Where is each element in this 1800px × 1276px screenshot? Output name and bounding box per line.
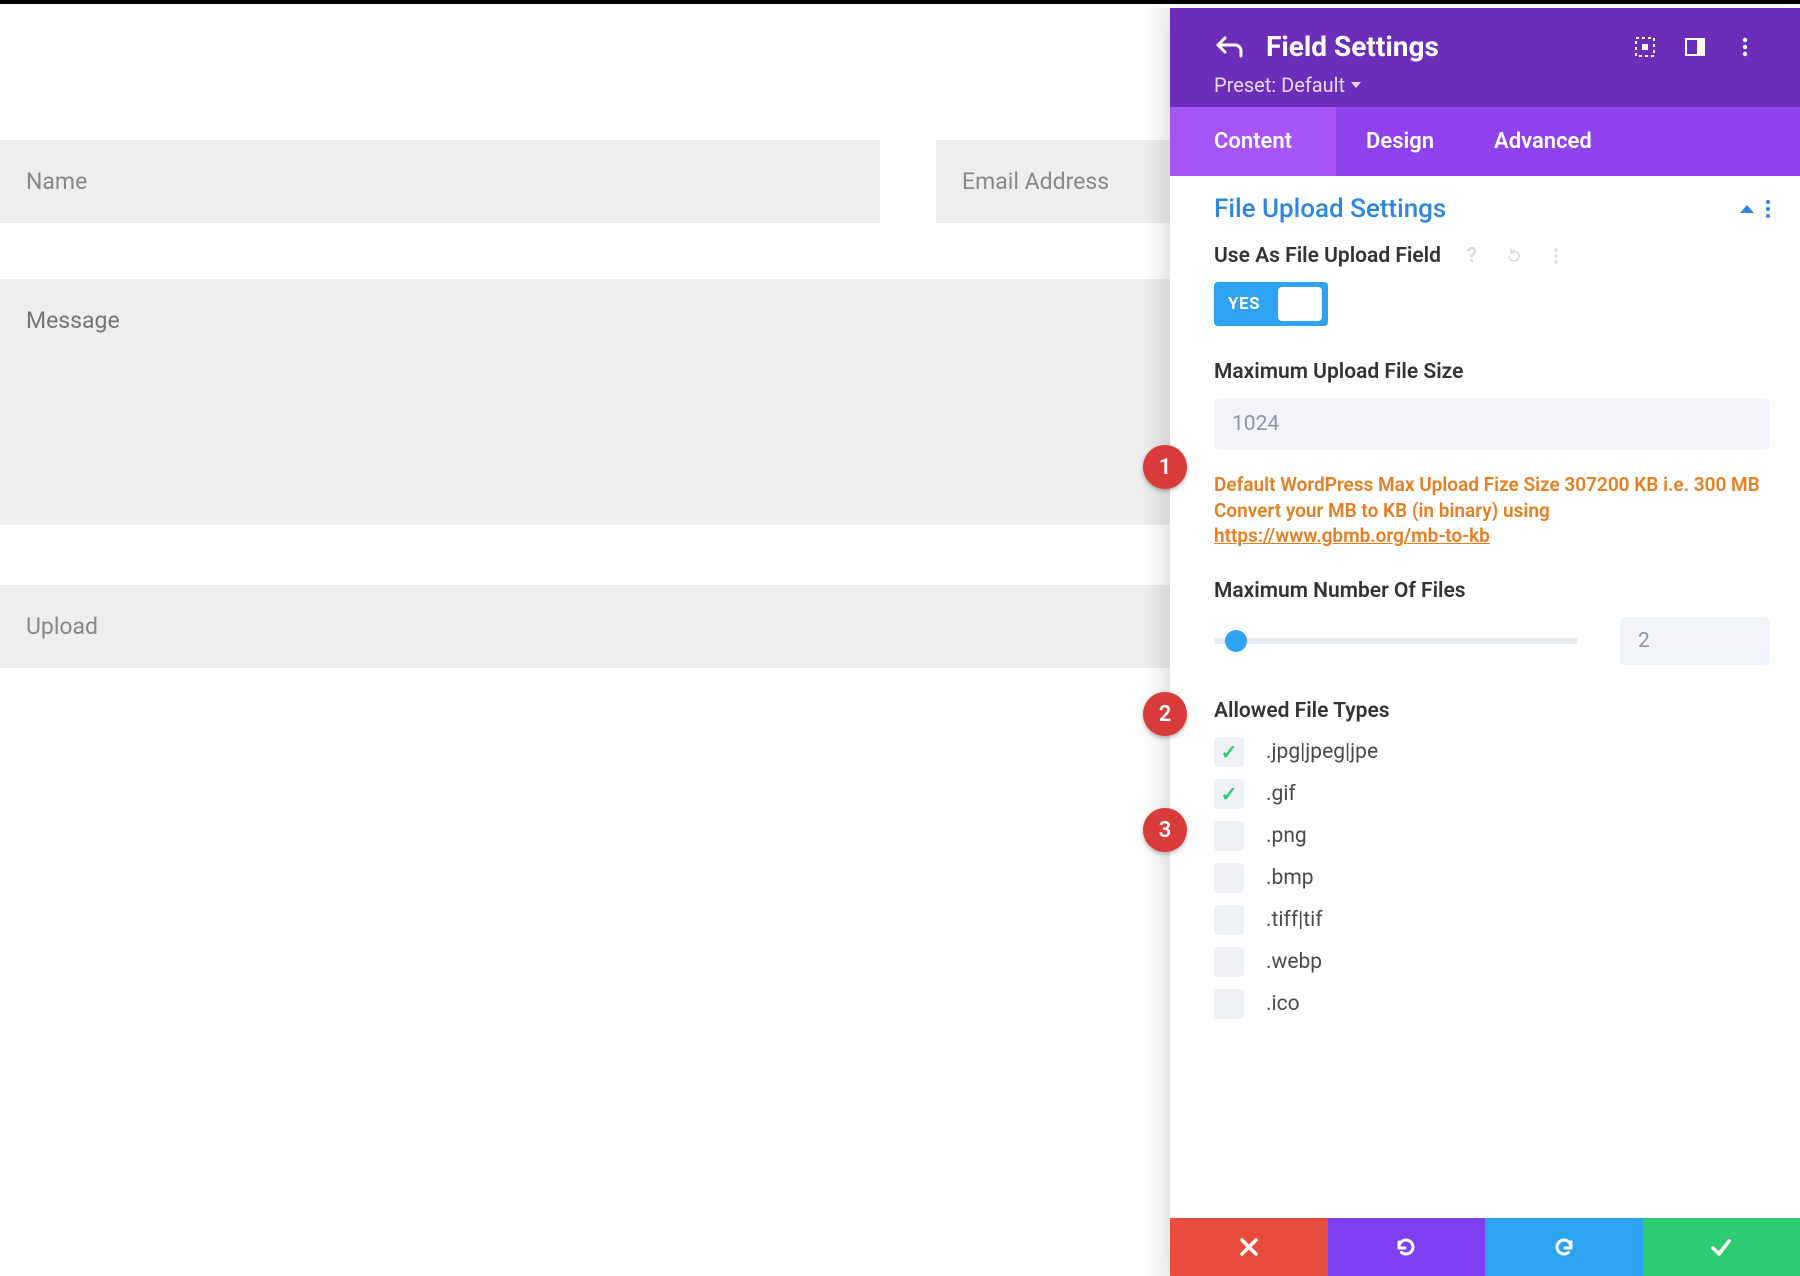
name-input[interactable] — [0, 140, 880, 223]
file-type-row: .bmp — [1214, 863, 1770, 893]
panel-body: File Upload Settings Use As File Upload … — [1170, 176, 1800, 1218]
collapse-icon[interactable] — [1740, 205, 1754, 213]
section-title[interactable]: File Upload Settings — [1214, 194, 1446, 224]
file-type-checkbox[interactable] — [1214, 989, 1244, 1019]
expand-icon[interactable] — [1634, 36, 1656, 58]
annotation-badge-2: 2 — [1143, 692, 1187, 736]
settings-tabs: Content Design Advanced — [1170, 107, 1800, 176]
file-type-row: .png — [1214, 821, 1770, 851]
annotation-badge-3: 3 — [1143, 808, 1187, 852]
reset-icon[interactable] — [1505, 247, 1523, 265]
editor-canvas: 1 2 3 Field Settings — [0, 4, 1800, 1276]
max-files-slider[interactable] — [1214, 631, 1578, 651]
file-type-label: .jpg|jpeg|jpe — [1266, 740, 1378, 764]
file-type-label: .bmp — [1266, 866, 1314, 890]
max-size-help: Default WordPress Max Upload Fize Size 3… — [1214, 472, 1770, 549]
caret-down-icon — [1351, 82, 1361, 88]
email-input[interactable] — [936, 140, 1175, 223]
panel-title: Field Settings — [1266, 30, 1439, 63]
menu-dots-icon[interactable] — [1734, 36, 1756, 58]
help-link[interactable]: https://www.gbmb.org/mb-to-kb — [1214, 524, 1490, 547]
annotation-badge-1: 1 — [1143, 445, 1187, 489]
panel-footer — [1170, 1218, 1800, 1276]
allowed-types-label: Allowed File Types — [1214, 699, 1390, 723]
file-type-checkbox[interactable] — [1214, 821, 1244, 851]
use-as-upload-toggle[interactable]: YES — [1214, 282, 1328, 326]
file-type-label: .webp — [1266, 950, 1322, 974]
file-type-checkbox[interactable] — [1214, 947, 1244, 977]
upload-input[interactable] — [0, 585, 1175, 668]
file-type-label: .gif — [1266, 782, 1296, 806]
preset-label: Preset: Default — [1214, 73, 1345, 97]
message-textarea[interactable] — [0, 279, 1175, 525]
tab-advanced[interactable]: Advanced — [1464, 107, 1622, 176]
file-type-label: .png — [1266, 824, 1307, 848]
use-as-upload-label: Use As File Upload Field — [1214, 244, 1441, 268]
tab-content[interactable]: Content — [1170, 107, 1336, 176]
dock-icon[interactable] — [1684, 36, 1706, 58]
file-type-label: .ico — [1266, 992, 1300, 1016]
file-type-row: .ico — [1214, 989, 1770, 1019]
section-menu-icon[interactable] — [1766, 200, 1770, 218]
redo-button[interactable] — [1485, 1218, 1643, 1276]
max-size-label: Maximum Upload File Size — [1214, 360, 1463, 384]
file-type-checkbox[interactable] — [1214, 863, 1244, 893]
file-type-row: .jpg|jpeg|jpe — [1214, 737, 1770, 767]
max-size-input[interactable] — [1214, 398, 1770, 450]
toggle-knob — [1278, 287, 1322, 321]
confirm-button[interactable] — [1643, 1218, 1800, 1276]
help-text-prefix: Default WordPress Max Upload Fize Size 3… — [1214, 473, 1760, 522]
file-type-row: .tiff|tif — [1214, 905, 1770, 935]
contact-form-preview — [0, 4, 1175, 668]
undo-button[interactable] — [1328, 1218, 1486, 1276]
file-type-checkbox[interactable] — [1214, 779, 1244, 809]
file-type-row: .webp — [1214, 947, 1770, 977]
file-type-checkbox[interactable] — [1214, 737, 1244, 767]
settings-panel: Field Settings Preset: Default — [1170, 8, 1800, 1276]
tab-design[interactable]: Design — [1336, 107, 1464, 176]
more-icon[interactable] — [1547, 247, 1565, 265]
file-type-label: .tiff|tif — [1266, 908, 1323, 932]
max-files-label: Maximum Number Of Files — [1214, 579, 1466, 603]
preset-dropdown[interactable]: Preset: Default — [1214, 73, 1756, 97]
cancel-button[interactable] — [1170, 1218, 1328, 1276]
back-icon[interactable] — [1214, 32, 1244, 62]
max-files-value-input[interactable] — [1620, 617, 1770, 665]
toggle-yes-label: YES — [1214, 294, 1274, 314]
file-types-list: .jpg|jpeg|jpe .gif .png .bmp .tiff|tif .webp.… — [1214, 737, 1770, 1019]
slider-thumb[interactable] — [1225, 630, 1247, 652]
file-type-checkbox[interactable] — [1214, 905, 1244, 935]
panel-header: Field Settings Preset: Default — [1170, 8, 1800, 107]
file-type-row: .gif — [1214, 779, 1770, 809]
help-icon[interactable]: ? — [1463, 247, 1481, 265]
